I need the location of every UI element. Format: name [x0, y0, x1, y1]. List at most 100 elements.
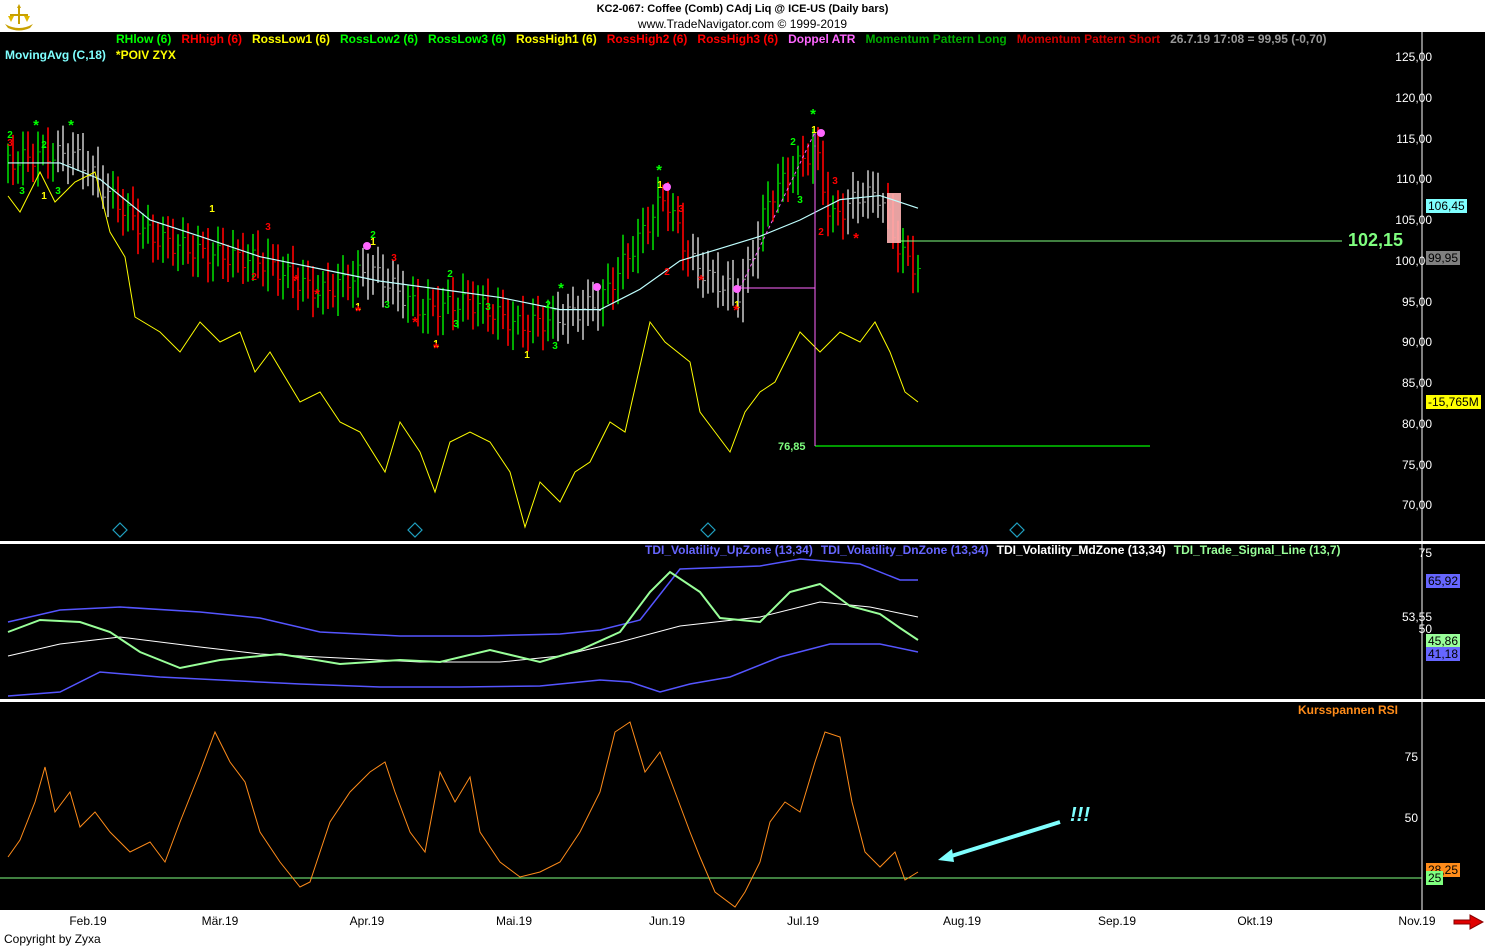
price-axis-label: 75,00	[1401, 457, 1432, 472]
signal-marker: 3	[797, 195, 803, 206]
signal-marker: 1	[811, 125, 817, 136]
legend-item-9: Momentum Pattern Long	[865, 32, 1007, 46]
signal-marker: 1	[209, 204, 215, 215]
time-axis-label: Sep.19	[1097, 914, 1137, 928]
legend-item-11: 26.7.19 17:08 = 99,95 (-0,70)	[1170, 32, 1327, 46]
time-axis-label: Mär.19	[201, 914, 239, 928]
signal-marker: 3	[55, 186, 61, 197]
indicator-legend-item-0: MovingAvg (C,18)	[5, 48, 106, 62]
signal-marker: *	[656, 162, 662, 179]
price-axis-label: 95,00	[1401, 294, 1432, 309]
signal-marker: *	[810, 106, 816, 123]
price-axis-label: 90,00	[1401, 335, 1432, 350]
time-axis-label: Okt.19	[1237, 914, 1273, 928]
doppel-atr-dot	[663, 183, 671, 191]
signal-marker: *	[314, 286, 320, 303]
tdi-legend-item-2: TDI_Volatility_MdZone (13,34)	[996, 543, 1166, 557]
signal-marker: *	[433, 340, 439, 357]
signal-marker: 3	[453, 319, 459, 330]
price-axis-label: 115,00	[1396, 131, 1432, 146]
price-axis-label: 125,00	[1395, 50, 1432, 64]
annotation-arrow-head-icon	[938, 849, 954, 862]
signal-marker: *	[68, 117, 74, 134]
signal-marker: 3	[678, 204, 684, 215]
time-axis-label: Feb.19	[69, 914, 107, 928]
legend-item-4: RossLow3 (6)	[428, 32, 507, 46]
indicator-legend-item-1: *POIV ZYX	[115, 48, 176, 62]
legend-item-6: RossHigh2 (6)	[606, 32, 688, 46]
legend-item-3: RossLow2 (6)	[340, 32, 419, 46]
signal-marker: 2	[251, 272, 257, 283]
rsi-level-tag: 25	[1426, 871, 1444, 885]
event-marker-icon	[112, 522, 128, 538]
doppel-atr-dot	[363, 242, 371, 250]
price-axis-label: 70,00	[1401, 498, 1432, 513]
signal-marker: *	[33, 117, 39, 134]
tdi-up-tag: 65,92	[1426, 574, 1461, 588]
price-axis-label: 85,00	[1401, 376, 1432, 390]
legend-item-1: RHhigh (6)	[181, 32, 242, 46]
signal-marker: 3	[552, 341, 558, 352]
signal-marker: 2	[818, 227, 824, 238]
price-axis-label: 110,00	[1396, 172, 1432, 187]
legend-item-2: RossLow1 (6)	[252, 32, 331, 46]
ma-price-tag: 106,45	[1426, 199, 1467, 213]
legend-item-7: RossHigh3 (6)	[697, 32, 779, 46]
time-axis-label: Mai.19	[495, 914, 533, 928]
chart-canvas: 23*23 1 3*132 **2131* 3*1*23312*3*132 *1*23*1…	[0, 32, 1485, 926]
time-axis-label: Jul.19	[786, 914, 820, 928]
signal-marker: 2	[41, 140, 47, 151]
chart-header: KC2-067: Coffee (Comb) CAdj Liq @ ICE-US…	[0, 0, 1485, 32]
time-axis-label: Jun.19	[648, 914, 686, 928]
doppel-atr-dot	[593, 283, 601, 291]
poiv-line	[7, 170, 919, 529]
copyright: Copyright by Zyxa	[4, 932, 101, 946]
signal-marker: *	[733, 302, 739, 319]
chart-area[interactable]: 2 3 * 2 3 1 3 * 1 3 2 * * 2 1 3 1 * 3 * 1 * 2 3 3 1 2 * 3 * 1 3 2 * 1 * 2 3 * 1…	[0, 32, 1485, 926]
time-axis: Feb.19 Mär.19 Apr.19 Mai.19 Jun.19 Jul.19 Aug.…	[0, 910, 1485, 930]
doppel-atr-dot	[733, 285, 741, 293]
tdi-legend-item-0: TDI_Volatility_UpZone (13,34)	[645, 543, 813, 557]
tdi-upzone-line	[7, 558, 918, 637]
signal-marker: 3	[7, 138, 13, 149]
rsi-line	[7, 721, 919, 908]
target-label: 76,85	[778, 441, 806, 453]
signal-marker: 3	[391, 253, 397, 264]
signal-marker: 3	[19, 186, 25, 197]
signal-marker: 3	[265, 222, 271, 233]
signal-marker: *	[355, 303, 361, 320]
signal-marker: *	[293, 272, 299, 289]
signal-marker: 1	[41, 191, 47, 202]
time-axis-label: Nov.19	[1398, 914, 1436, 928]
price-axis-label: 105,00	[1395, 213, 1432, 227]
tdi-signal-tag: 45,86	[1426, 634, 1461, 648]
exclaim-annotation: !!!	[1070, 804, 1090, 826]
legend-item-5: RossHigh1 (6)	[516, 32, 597, 46]
signal-marker: *	[558, 280, 564, 297]
price-axis-label: 120,00	[1395, 90, 1432, 105]
chart-source: www.TradeNavigator.com © 1999-2019	[637, 17, 848, 31]
rsi-axis-75: 75	[1404, 750, 1418, 764]
doppel-atr-dot	[817, 129, 825, 137]
rsi-axis-50: 50	[1404, 811, 1418, 825]
signal-marker: 1	[657, 180, 663, 191]
signal-marker: 2	[664, 267, 670, 278]
signal-marker: 3	[485, 302, 491, 313]
event-marker-icon	[1009, 522, 1025, 538]
price-axis-label: 80,00	[1401, 416, 1432, 431]
legend-item-10: Momentum Pattern Short	[1016, 32, 1161, 46]
event-marker-icon	[700, 522, 716, 538]
signal-marker: 1	[370, 237, 376, 248]
tdi-signal-line	[7, 570, 919, 670]
tdi-legend-item-1: TDI_Volatility_DnZone (13,34)	[820, 543, 989, 557]
tdi-dn-tag: 41,18	[1426, 647, 1461, 661]
panel-divider	[0, 699, 1485, 702]
signal-marker: 2	[545, 300, 551, 311]
event-marker-icon	[407, 522, 423, 538]
legend-item-8: Doppel ATR	[788, 32, 856, 46]
poiv-tag: -15,765M	[1426, 395, 1481, 409]
scroll-right-arrow-icon[interactable]	[1452, 914, 1484, 930]
signal-marker: *	[698, 272, 704, 289]
doppel-atr-diagonal	[739, 131, 816, 289]
signal-marker: 3	[384, 300, 390, 311]
